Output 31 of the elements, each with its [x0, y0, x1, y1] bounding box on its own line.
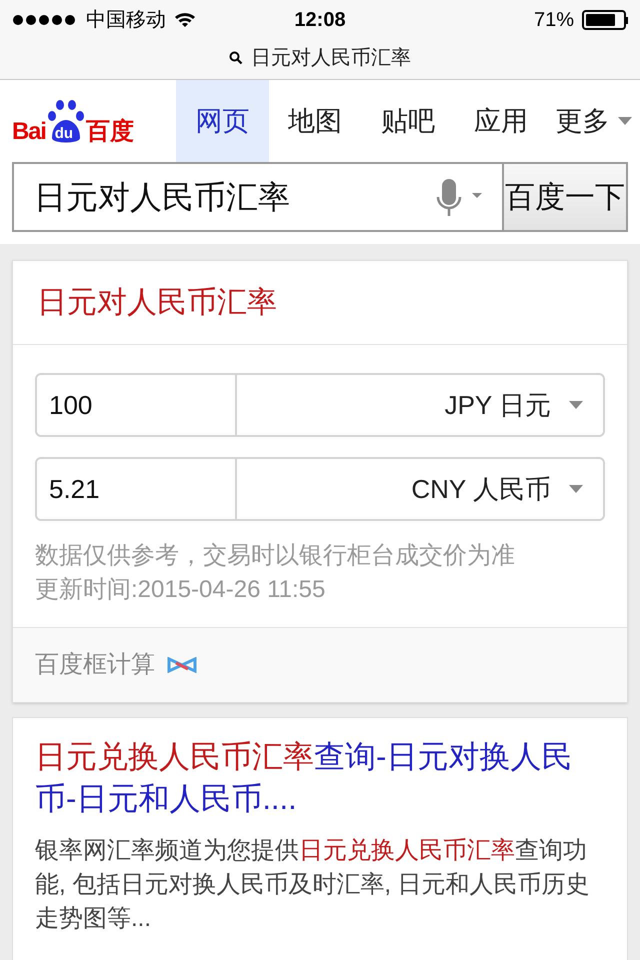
amount-field[interactable]: 100: [35, 373, 237, 437]
battery-icon: [582, 10, 628, 30]
caret-icon: [569, 401, 583, 409]
search-field[interactable]: 日元对人民币汇率: [12, 162, 502, 232]
card-title: 日元对人民币汇率: [37, 285, 277, 321]
signal-icon: [12, 14, 78, 26]
nav-tab[interactable]: 地图: [268, 80, 362, 162]
search-button[interactable]: 百度一下: [502, 162, 628, 232]
currency-select[interactable]: CNY 人民币: [237, 457, 605, 521]
disclaimer: 数据仅供参考，交易时以银行柜台成交价为准: [35, 541, 516, 571]
result-title-link[interactable]: 日元兑换人民币汇率查询-日元对换人民币-日元和人民币....: [35, 736, 591, 820]
caret-icon: [569, 485, 583, 493]
logo[interactable]: Bai du 百度: [12, 98, 134, 144]
carrier-name: 中国移动: [86, 8, 166, 33]
caret-icon: [618, 117, 632, 125]
wifi-icon: [174, 12, 196, 28]
battery-percent: 71%: [534, 8, 574, 33]
search-icon: [229, 51, 243, 65]
nav-tab[interactable]: 网页: [176, 80, 269, 162]
footer-label: 百度框计算: [35, 650, 155, 680]
address-bar[interactable]: 日元对人民币汇率: [0, 40, 640, 76]
infinity-icon: [167, 657, 197, 673]
currency-select[interactable]: JPY 日元: [237, 373, 605, 437]
nav-tab[interactable]: 贴吧: [362, 80, 454, 162]
nav-tab[interactable]: 应用: [454, 80, 548, 162]
amount-field[interactable]: 5.21: [35, 457, 237, 521]
result-snippet: 银率网汇率频道为您提供日元兑换人民币汇率查询功能, 包括日元对换人民币及时汇率, 日元和人民币历史走势图等...: [35, 836, 591, 934]
nav-tab[interactable]: 更多: [547, 80, 640, 162]
clock: 12:08: [294, 8, 346, 33]
microphone-icon[interactable]: [436, 177, 482, 217]
update-time: 更新时间:2015-04-26 11:55: [35, 575, 326, 605]
